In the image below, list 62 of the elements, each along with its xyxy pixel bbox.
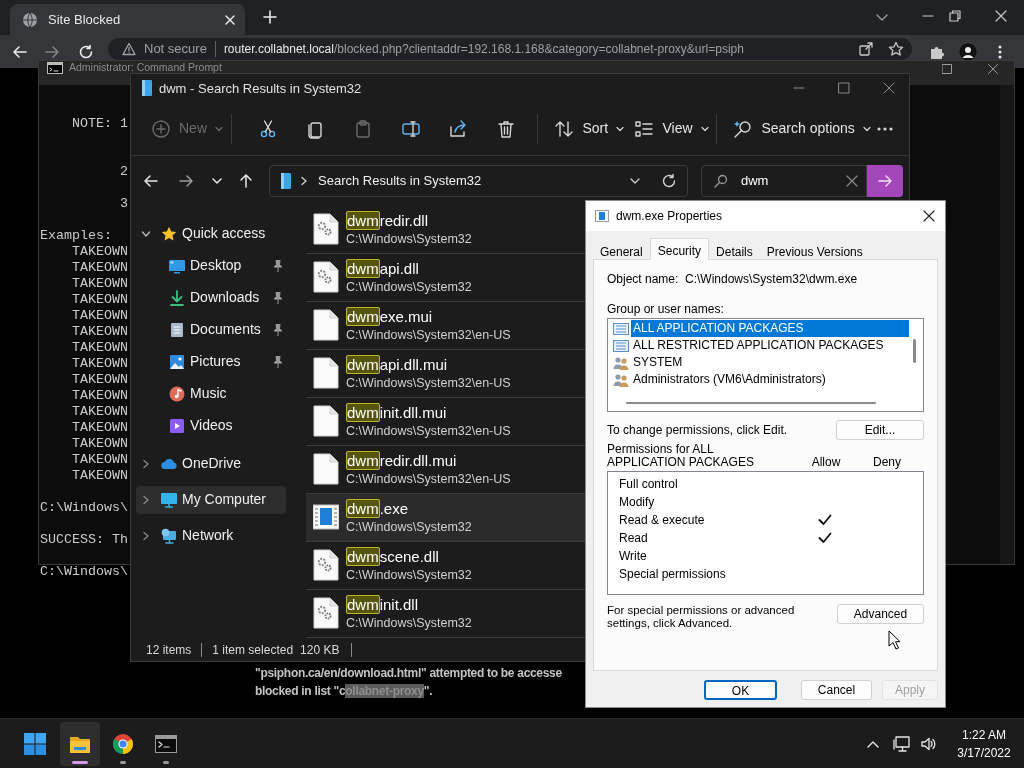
column-header: Deny bbox=[872, 456, 902, 469]
file-name: dwminit.dll bbox=[346, 594, 420, 615]
message-text: blocked in list "collabnet-proxy". bbox=[255, 683, 434, 700]
terminal-line: TAKEOWN bbox=[71, 324, 128, 340]
terminal-line: TAKEOWN bbox=[71, 452, 128, 468]
terminal-line: TAKEOWN bbox=[71, 388, 128, 404]
field-value: C:\Windows\System32\dwm.exe bbox=[685, 271, 858, 288]
terminal-line: TAKEOWN bbox=[71, 404, 128, 420]
terminal-line: TAKEOWN bbox=[71, 308, 128, 324]
hint-text: To change permissions, click Edit. bbox=[607, 422, 788, 439]
status-text: 12 items bbox=[146, 642, 192, 660]
file-path: C:\Windows\System32 bbox=[346, 566, 472, 584]
file-name: dwmapi.dll bbox=[346, 258, 420, 279]
file-name: dwmexe.mui bbox=[346, 306, 434, 327]
terminal-line: 2 bbox=[118, 164, 128, 180]
terminal-line: TAKEOWN bbox=[71, 420, 128, 436]
terminal-line: TAKEOWN bbox=[71, 276, 128, 292]
terminal-line: C:\Windows\ bbox=[40, 564, 128, 580]
hint-text: For special permissions or advanced settings, click Advanced. bbox=[607, 604, 796, 630]
window-title: dwm - Search Results in System32 bbox=[159, 79, 362, 98]
message-text: "psiphon.ca/en/download.html" attempted to be accesse bbox=[255, 665, 562, 682]
permission-name: Full control bbox=[618, 476, 679, 493]
terminal-line: TAKEOWN bbox=[71, 356, 128, 372]
terminal-line: TAKEOWN bbox=[71, 292, 128, 308]
terminal-line: TAKEOWN bbox=[71, 244, 128, 260]
terminal-line: NOTE: 1 bbox=[71, 116, 128, 132]
field-label: Object name: bbox=[607, 271, 680, 288]
file-path: C:\Windows\System32\en-US bbox=[346, 326, 511, 344]
file-path: C:\Windows\System32 bbox=[346, 230, 472, 248]
terminal-line: C:\Windows\ bbox=[40, 500, 128, 516]
file-path: C:\Windows\System32\en-US bbox=[346, 422, 511, 440]
permission-name: Special permissions bbox=[618, 566, 727, 583]
terminal-line: TAKEOWN bbox=[71, 372, 128, 388]
section-label: Group or user names: bbox=[607, 301, 725, 317]
file-name: dwmscene.dll bbox=[346, 546, 440, 567]
file-path: C:\Windows\System32 bbox=[346, 278, 472, 296]
column-header: Allow bbox=[810, 456, 842, 469]
file-name: dwmapi.dll.mui bbox=[346, 354, 449, 375]
permission-name: Read & execute bbox=[618, 512, 706, 529]
window-title: Administrator: Command Prompt bbox=[69, 62, 222, 73]
file-name: dwm.exe bbox=[346, 498, 410, 519]
permission-name: Read bbox=[618, 530, 649, 547]
terminal-line: Examples: bbox=[40, 228, 112, 244]
terminal-line: TAKEOWN bbox=[71, 468, 128, 484]
file-path: C:\Windows\System32\en-US bbox=[346, 470, 511, 488]
terminal-line: TAKEOWN bbox=[71, 340, 128, 356]
file-name: dwmredir.dll.mui bbox=[346, 450, 458, 471]
permission-name: Write bbox=[618, 548, 648, 565]
status-text: 1 item selected bbox=[212, 642, 294, 660]
terminal-line: TAKEOWN bbox=[71, 260, 128, 276]
window-title: dwm.exe Properties bbox=[616, 208, 723, 225]
terminal-line: SUCCESS: Th bbox=[40, 532, 128, 548]
file-name: dwminit.dll.mui bbox=[346, 402, 448, 423]
file-path: C:\Windows\System32 bbox=[346, 614, 472, 632]
terminal-line: 3 bbox=[118, 196, 128, 212]
file-name: dwmredir.dll bbox=[346, 210, 430, 231]
file-path: C:\Windows\System32\en-US bbox=[346, 374, 511, 392]
status-text: 120 KB bbox=[300, 642, 340, 660]
terminal-line: TAKEOWN bbox=[71, 436, 128, 452]
permission-name: Modify bbox=[618, 494, 656, 511]
file-path: C:\Windows\System32 bbox=[346, 518, 472, 536]
section-label: Permissions for ALL APPLICATION PACKAGES bbox=[607, 443, 755, 469]
